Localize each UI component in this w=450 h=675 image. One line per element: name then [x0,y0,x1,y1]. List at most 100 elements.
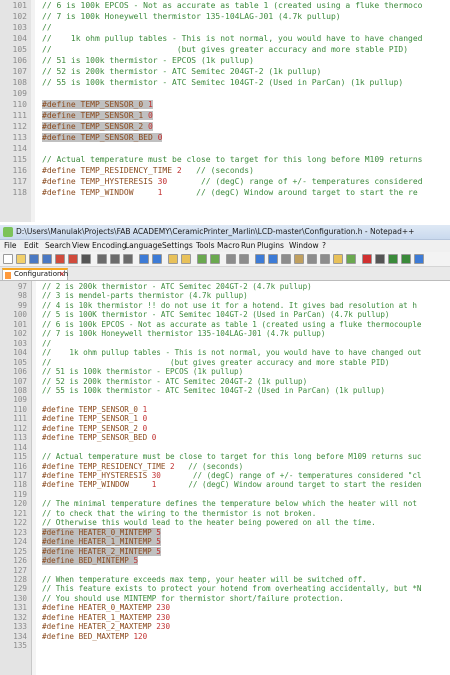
show-all-icon[interactable] [268,254,278,264]
zoom-in-icon[interactable] [197,254,207,264]
print-icon[interactable] [81,254,91,264]
save-macro-icon[interactable] [414,254,424,264]
line-number: 102 [13,329,27,339]
preprocessor-directive: #define BED_MINTEMP [42,556,134,566]
line-number: 103 [13,338,27,348]
menu-tools[interactable]: Tools [196,241,214,250]
folder-as-workspace-icon[interactable] [333,254,343,264]
code-line[interactable]: 109 [0,88,27,99]
line-text: // You should use MINTEMP for thermistor… [42,594,344,603]
monitor-icon[interactable] [346,254,356,264]
code-line[interactable]: 101 // 6 is 100k EPCOS - Not as accurate … [0,0,423,11]
code-line[interactable]: 102 // 7 is 100k Honeywell thermistor 135… [0,11,341,22]
line-number: 112 [12,122,27,131]
function-list-icon[interactable] [320,254,330,264]
replace-icon[interactable] [181,254,191,264]
line-text: #define BED_MINTEMP 5 [42,556,139,566]
menu-help[interactable]: ? [322,241,326,250]
new-file-icon[interactable] [3,254,13,264]
menu-window[interactable]: Window [289,241,319,250]
code-line[interactable]: 113 #define TEMP_SENSOR_BED 0 [0,132,163,143]
cut-icon[interactable] [97,254,107,264]
line-number: 128 [13,574,27,584]
open-file-icon[interactable] [16,254,26,264]
menu-plugins[interactable]: Plugins [257,241,284,250]
code-line[interactable]: 107 // 52 is 200k thermistor - ATC Semite… [0,66,322,77]
code-line[interactable]: 106 // 51 is 100k thermistor - EPCOS (1k … [0,55,254,66]
line-number: 98 [17,291,27,301]
line-number: 112 [13,423,27,433]
paste-icon[interactable] [123,254,133,264]
sync-v-icon[interactable] [226,254,236,264]
code-comment: // [42,338,52,348]
menu-settings[interactable]: Settings [162,241,193,250]
menu-run[interactable]: Run [241,241,255,250]
code-line[interactable]: 115 // Actual temperature must be close t… [0,154,423,165]
preprocessor-directive: #define TEMP_SENSOR_2 [42,122,148,131]
save-icon[interactable] [29,254,39,264]
code-comment: // to check that the wiring to the therm… [42,508,317,518]
tab-configuration-h[interactable]: Configuration.h × [2,268,68,280]
line-text: #define TEMP_SENSOR_2 0 [42,121,153,132]
menu-macro[interactable]: Macro [217,241,240,250]
record-macro-icon[interactable] [362,254,372,264]
preprocessor-directive: #define TEMP_SENSOR_BED [42,433,152,443]
word-wrap-icon[interactable] [255,254,265,264]
line-text: // 52 is 200k thermistor - ATC Semitec 2… [42,66,321,77]
code-line[interactable]: 111 #define TEMP_SENSOR_1 0 [0,110,153,121]
line-text: #define BED_MAXTEMP 120 [42,632,147,641]
code-line[interactable]: 103 // [0,22,52,33]
close-icon[interactable] [55,254,65,264]
sync-h-icon[interactable] [239,254,249,264]
code-comment: // 51 is 100k thermistor - EPCOS (1k pul… [42,56,254,65]
close-all-icon[interactable] [68,254,78,264]
run-macro-icon[interactable] [401,254,411,264]
line-text: // 1k ohm pullup tables - This is not no… [42,33,423,44]
code-line[interactable]: 108 // 55 is 100k thermistor - ATC Semite… [0,77,404,88]
code-editor[interactable]: 97 // 2 is 200k thermistor - ATC Semitec … [0,281,450,675]
line-text: #define TEMP_HYSTERESIS 30 // (degC) ran… [42,471,422,480]
indent-guide-icon[interactable] [281,254,291,264]
window-title: D:\Users\Manulak\Projects\FAB ACADEMY\Ce… [16,227,415,236]
menu-encoding[interactable]: Encoding [92,241,127,250]
code-line[interactable]: 105 // (but gives greater accuracy and mo… [0,44,409,55]
title-bar[interactable]: D:\Users\Manulak\Projects\FAB ACADEMY\Ce… [0,225,450,240]
line-number: 111 [13,414,27,424]
tab-close-icon[interactable]: × [59,270,65,278]
preprocessor-directive: #define TEMP_HYSTERESIS [42,177,158,186]
menu-search[interactable]: Search [45,241,71,250]
udl-icon[interactable] [294,254,304,264]
preprocessor-directive: #define TEMP_SENSOR_0 [42,100,148,109]
find-icon[interactable] [168,254,178,264]
play-macro-icon[interactable] [388,254,398,264]
code-line[interactable]: 104 // 1k ohm pullup tables - This is not… [0,33,423,44]
code-comment: // This feature exists to protect your h… [42,584,422,594]
line-text: #define HEATER_0_MINTEMP 5 [42,527,161,537]
line-number: 109 [13,395,27,405]
menu-file[interactable]: File [4,241,17,250]
menu-edit[interactable]: Edit [24,241,39,250]
redo-icon[interactable] [152,254,162,264]
line-text: #define TEMP_RESIDENCY_TIME 2 // (second… [42,462,243,471]
line-number: 126 [13,556,27,566]
copy-icon[interactable] [110,254,120,264]
code-comment: // 6 is 100k EPCOS - Not as accurate as … [42,319,422,329]
code-line[interactable]: 110 #define TEMP_SENSOR_0 1 [0,99,153,110]
menu-language[interactable]: Language [125,241,162,250]
code-line[interactable]: 118 #define TEMP_WINDOW 1 // (degC) Windo… [0,187,418,198]
doc-map-icon[interactable] [307,254,317,264]
line-text: // 52 is 200k thermistor - ATC Semitec 2… [42,377,307,386]
undo-icon[interactable] [139,254,149,264]
line-text: #define TEMP_SENSOR_2 0 [42,424,147,433]
code-line[interactable]: 112 #define TEMP_SENSOR_2 0 [0,121,153,132]
toolbar [0,252,450,267]
fold-margin [31,0,35,222]
code-line[interactable]: 117 #define TEMP_HYSTERESIS 30 // (degC) … [0,176,423,187]
stop-macro-icon[interactable] [375,254,385,264]
zoom-out-icon[interactable] [210,254,220,264]
code-line[interactable]: 114 [0,143,27,154]
code-line[interactable]: 116 #define TEMP_RESIDENCY_TIME 2 // (sec… [0,165,254,176]
menu-view[interactable]: View [72,241,90,250]
save-all-icon[interactable] [42,254,52,264]
line-number: 115 [13,452,27,462]
